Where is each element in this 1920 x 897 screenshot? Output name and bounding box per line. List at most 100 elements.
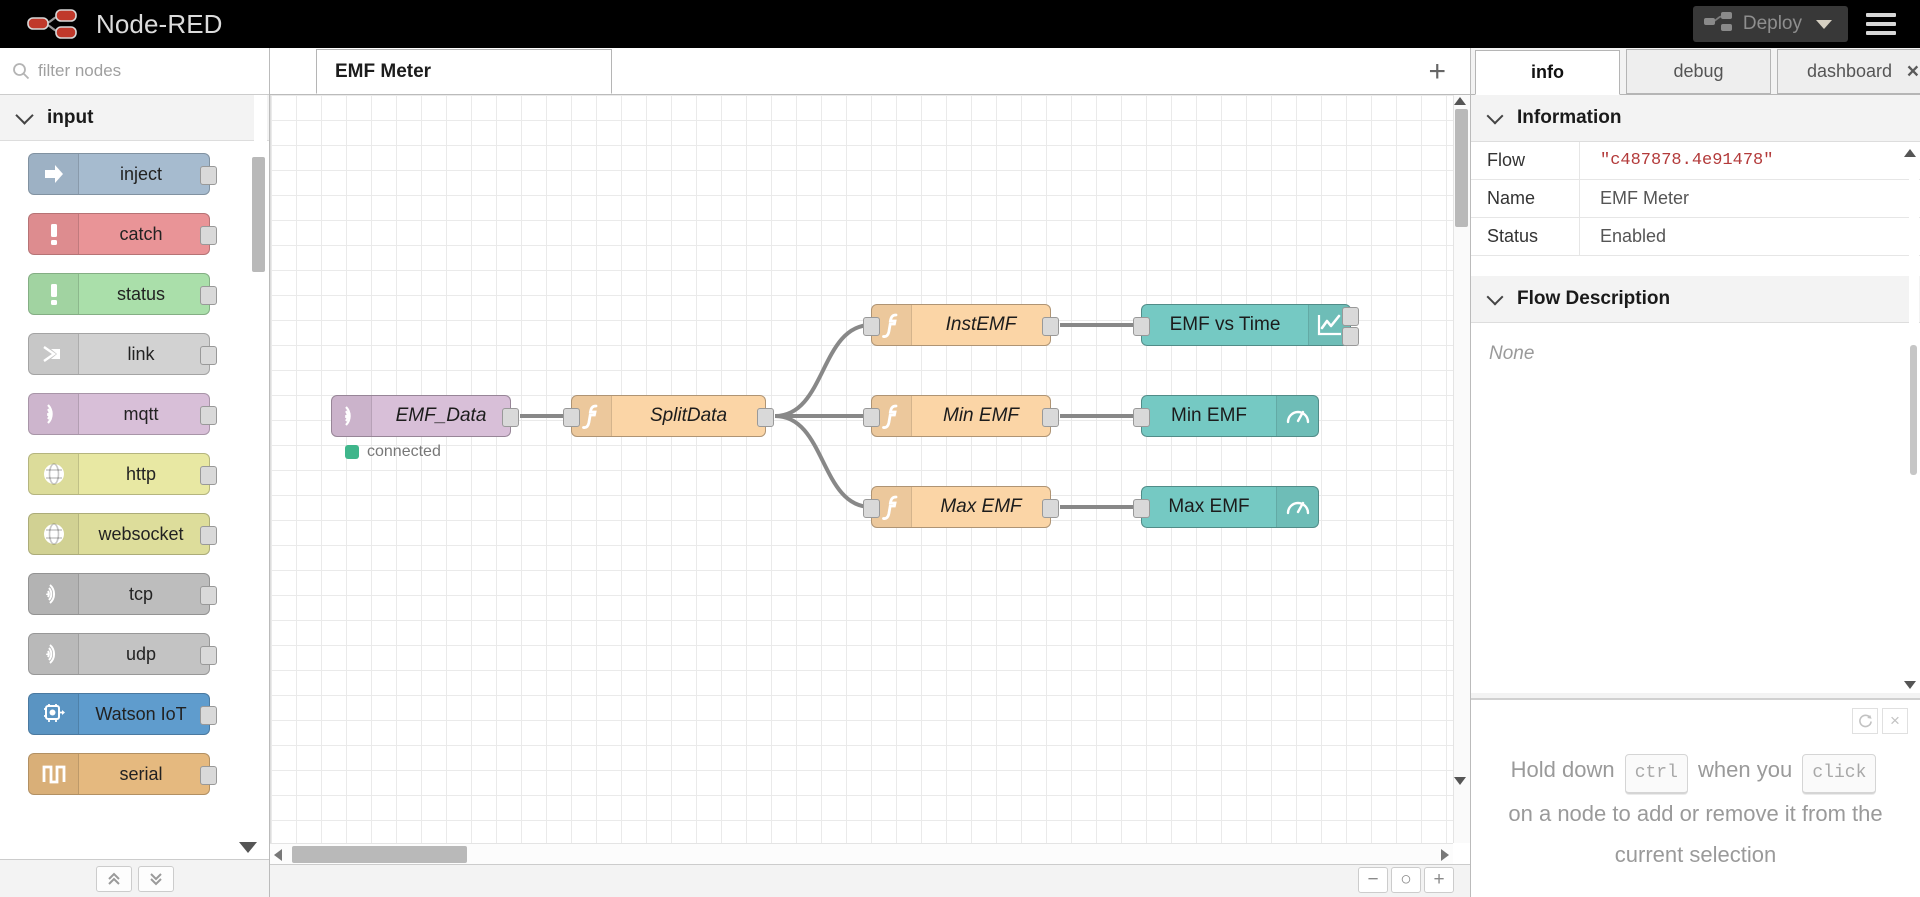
flow-node-minemfui[interactable]: Min EMF [1133,395,1319,437]
node-output-port-2[interactable] [1342,327,1359,346]
node-input-port[interactable] [863,408,880,427]
sidebar-scrollbar-thumb[interactable] [1910,345,1917,475]
chevron-double-up-icon[interactable] [95,865,132,892]
palette-node-udp[interactable]: udp [28,633,217,675]
flow-node-label: Max EMF [940,496,1022,517]
deploy-button[interactable]: Deploy [1692,6,1848,42]
flow-node-label: EMF_Data [395,405,487,426]
scroll-right-icon[interactable] [1441,849,1449,861]
palette-node-serial[interactable]: serial [28,753,217,795]
scroll-up-icon[interactable] [1454,97,1466,105]
chevron-double-down-icon[interactable] [137,865,174,892]
close-icon[interactable]: × [1882,708,1908,734]
node-output-port[interactable] [1042,317,1059,336]
sidebar-info-panel: Information Flow "c487878.4e91478" Name … [1471,95,1920,693]
node-output-port[interactable] [757,408,774,427]
zoom-reset-button[interactable]: ○ [1391,867,1421,893]
inject-arrow-icon [29,154,79,194]
scroll-up-icon[interactable] [1904,149,1916,157]
palette-scrollbar-track[interactable] [252,95,267,859]
node-input-port[interactable] [863,317,880,336]
palette-node-label: catch [119,223,163,244]
scroll-down-icon[interactable] [1904,681,1916,689]
tip-part1: Hold down [1510,757,1615,782]
canvas-bottom-bar [270,864,1470,897]
chip-icon [29,694,79,734]
gauge-icon [1276,487,1318,527]
flow-node-emf_data[interactable]: EMF_Data [331,395,519,437]
palette-node-watson-iot[interactable]: Watson IoT [28,693,217,735]
flow-node-emfvstime[interactable]: EMF vs Time [1133,304,1359,346]
node-input-port[interactable] [1133,408,1150,427]
node-output-port[interactable] [200,766,217,785]
scroll-down-icon[interactable] [1454,777,1466,785]
palette-category-input[interactable]: input [0,95,269,141]
flow-node-maxemfui[interactable]: Max EMF [1133,486,1319,528]
palette-node-link[interactable]: link [28,333,217,375]
node-output-port[interactable] [200,706,217,725]
flow-canvas[interactable]: EMF_Data connected SplitData InstEMF Min EMF… [270,95,1453,843]
chevron-down-icon[interactable] [1816,19,1832,29]
palette-node-websocket[interactable]: websocket [28,513,217,555]
search-icon [12,62,30,80]
flow-node-maxemf[interactable]: Max EMF [863,486,1059,528]
information-section-header[interactable]: Information [1471,95,1920,142]
node-output-port[interactable] [200,466,217,485]
palette-node-inject[interactable]: inject [28,153,217,195]
tab-debug-label: debug [1673,61,1724,81]
palette-scroll-down-icon[interactable] [239,842,257,853]
refresh-icon[interactable] [1852,708,1878,734]
close-icon[interactable]: × [1907,61,1919,82]
node-input-port[interactable] [563,408,580,427]
palette-node-http[interactable]: http [28,453,217,495]
canvas-vscroll-thumb[interactable] [1455,109,1468,227]
node-output-port-1[interactable] [1342,307,1359,326]
hamburger-menu-icon[interactable] [1866,13,1920,35]
canvas-horizontal-scrollbar[interactable] [270,843,1453,864]
tab-debug[interactable]: debug [1626,49,1771,94]
node-output-port[interactable] [200,586,217,605]
info-value-flow: "c487878.4e91478" [1579,142,1920,179]
node-output-port[interactable] [200,406,217,425]
palette-node-tcp[interactable]: tcp [28,573,217,615]
zoom-out-button[interactable]: − [1358,867,1388,893]
node-input-port[interactable] [1133,317,1150,336]
node-output-port[interactable] [200,526,217,545]
search-input[interactable] [38,61,257,81]
flow-node-splitdata[interactable]: SplitData [563,395,774,437]
add-flow-button[interactable]: + [1428,57,1446,87]
canvas-wrapper: EMF_Data connected SplitData InstEMF Min EMF… [270,95,1470,897]
globe-icon [29,454,79,494]
info-row-status: Status Enabled [1471,218,1920,256]
palette-node-mqtt[interactable]: mqtt [28,393,217,435]
palette-node-label: Watson IoT [95,703,187,724]
node-input-port[interactable] [1133,499,1150,518]
flow-node-instemf[interactable]: InstEMF [863,304,1059,346]
node-output-port[interactable] [200,346,217,365]
node-output-port[interactable] [200,166,217,185]
canvas-vertical-scrollbar[interactable] [1453,95,1470,843]
node-output-port[interactable] [200,286,217,305]
node-output-port[interactable] [1042,499,1059,518]
tab-info[interactable]: info [1475,50,1620,95]
palette-node-catch[interactable]: catch [28,213,217,255]
node-input-port[interactable] [863,499,880,518]
flow-tab-emf-meter[interactable]: EMF Meter [316,49,612,94]
palette-scrollbar-thumb[interactable] [252,157,265,272]
flow-description-section-header[interactable]: Flow Description [1471,276,1920,323]
sidebar-scrollbar-track[interactable] [1904,145,1919,693]
flow-node-minemf[interactable]: Min EMF [863,395,1059,437]
flow-node-label: Min EMF [943,405,1019,426]
node-output-port[interactable] [502,408,519,427]
scroll-left-icon[interactable] [274,849,282,861]
node-output-port[interactable] [1042,408,1059,427]
node-output-port[interactable] [200,646,217,665]
canvas-hscroll-thumb[interactable] [292,846,467,863]
menu-bar-2 [1866,22,1896,26]
node-output-port[interactable] [200,226,217,245]
tab-dashboard[interactable]: dashboard × [1777,49,1920,94]
flow-links [520,323,1141,509]
zoom-in-button[interactable]: + [1424,867,1454,893]
palette-node-status[interactable]: status [28,273,217,315]
tip-part2: when you [1698,757,1793,782]
